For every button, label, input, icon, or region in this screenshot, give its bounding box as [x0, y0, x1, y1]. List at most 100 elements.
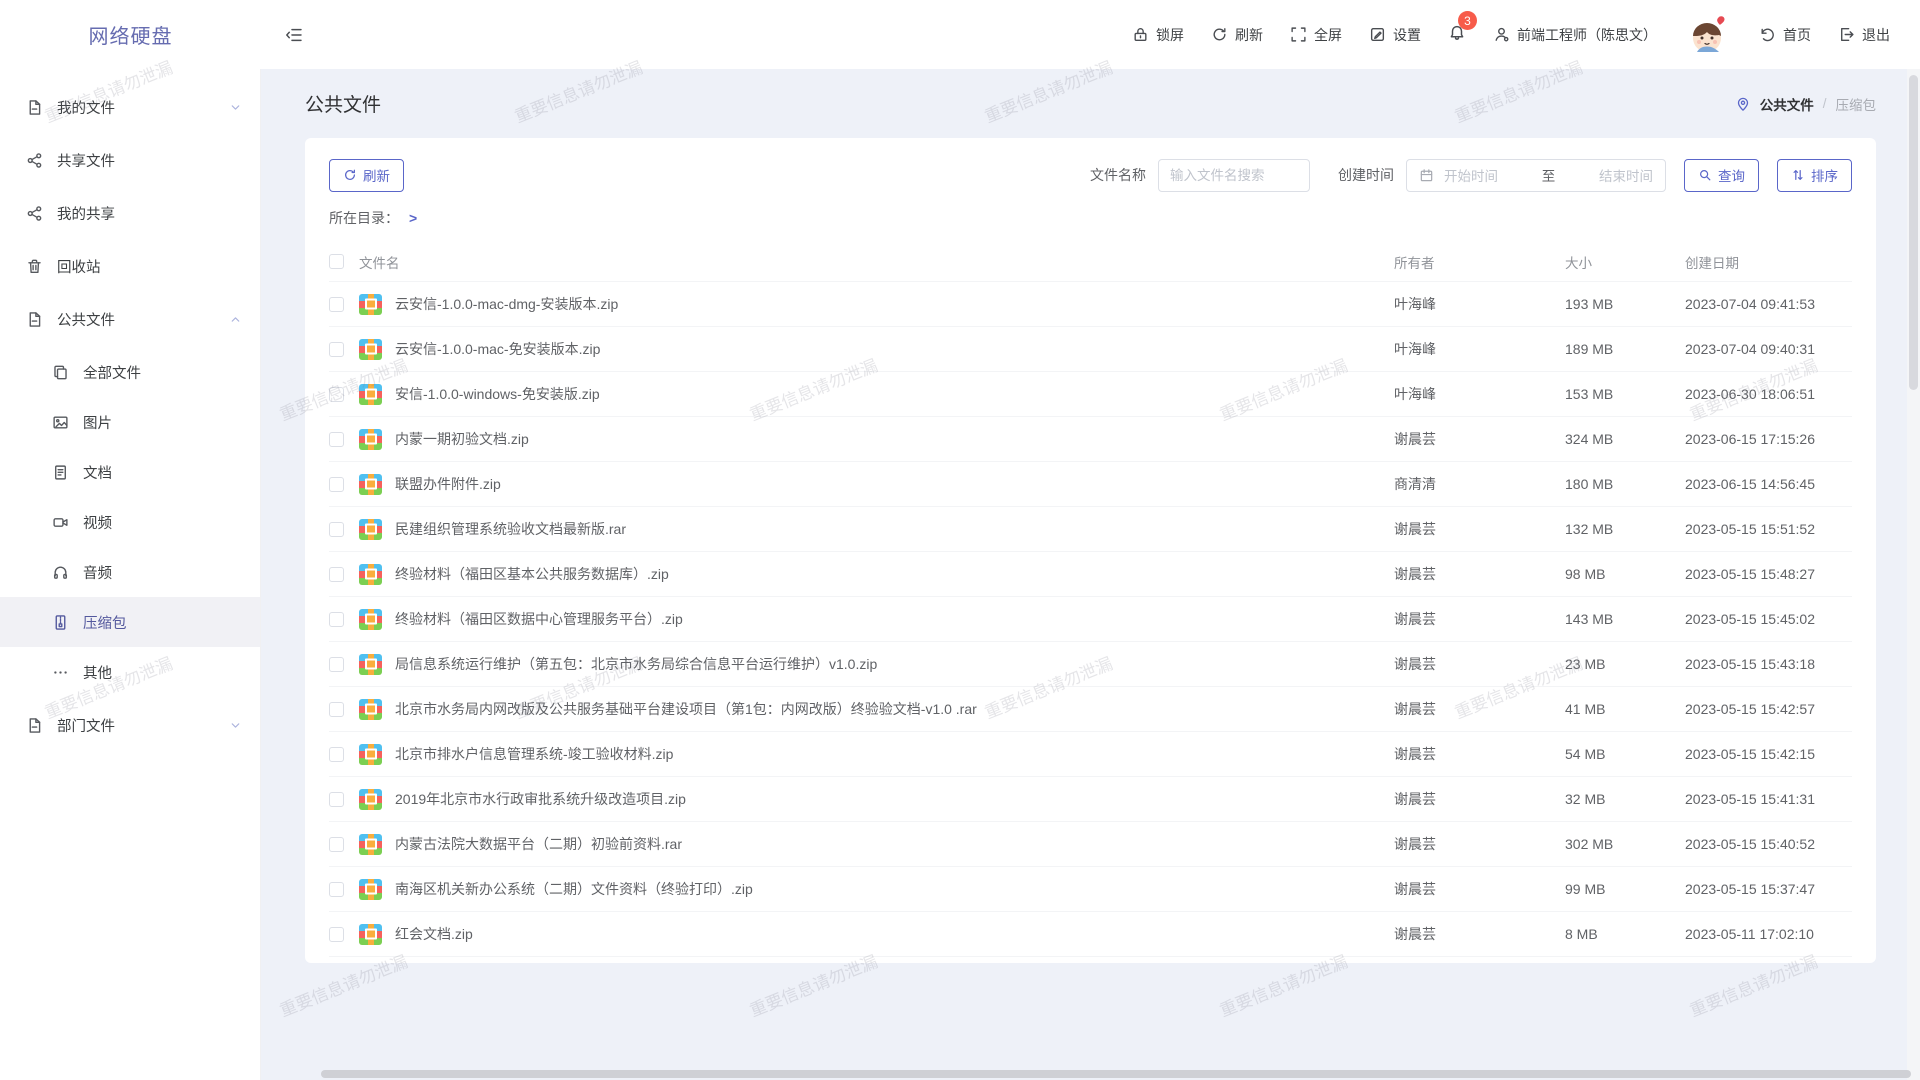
sidebar-item-label: 我的共享: [57, 203, 242, 224]
table-row: 终验材料（福田区数据中心管理服务平台）.zip谢晨芸143 MB2023-05-…: [329, 597, 1852, 642]
refresh-button[interactable]: 刷新: [1211, 25, 1263, 45]
file-name[interactable]: 云安信-1.0.0-mac-dmg-安装版本.zip: [395, 294, 618, 314]
file-name[interactable]: 联盟办件附件.zip: [395, 474, 501, 494]
table-row: 2019年北京市水行政审批系统升级改造项目.zip谢晨芸32 MB2023-05…: [329, 777, 1852, 822]
file-name[interactable]: 民建组织管理系统验收文档最新版.rar: [395, 519, 626, 539]
sidebar-item-label: 压缩包: [83, 612, 242, 633]
row-checkbox[interactable]: [329, 342, 344, 357]
file-owner: 谢晨芸: [1394, 834, 1565, 854]
fullscreen-button[interactable]: 全屏: [1290, 25, 1342, 45]
file-name[interactable]: 内蒙古法院大数据平台（二期）初验前资料.rar: [395, 834, 682, 854]
column-date: 创建日期: [1685, 252, 1852, 272]
lock-icon: [1132, 26, 1149, 43]
row-checkbox[interactable]: [329, 612, 344, 627]
file-size: 132 MB: [1565, 521, 1685, 537]
select-all-checkbox[interactable]: [329, 254, 344, 269]
page-title: 公共文件: [305, 90, 381, 117]
home-button[interactable]: 首页: [1759, 25, 1811, 45]
file-name[interactable]: 北京市排水户信息管理系统-竣工验收材料.zip: [395, 744, 673, 764]
vertical-scrollbar-thumb[interactable]: [1909, 75, 1918, 390]
file-date: 2023-07-04 09:40:31: [1685, 341, 1852, 357]
file-name[interactable]: 安信-1.0.0-windows-免安装版.zip: [395, 384, 600, 404]
directory-root-arrow[interactable]: >: [409, 210, 417, 226]
row-checkbox[interactable]: [329, 702, 344, 717]
sidebar-item-all-files[interactable]: 全部文件: [0, 347, 260, 397]
user-menu[interactable]: 前端工程师（陈思文）: [1493, 25, 1657, 45]
sidebar-item-others[interactable]: 其他: [0, 647, 260, 697]
notification-button[interactable]: 3: [1448, 24, 1466, 45]
file-name[interactable]: 终验材料（福田区基本公共服务数据库）.zip: [395, 564, 669, 584]
row-checkbox[interactable]: [329, 747, 344, 762]
zip-file-icon: [359, 699, 382, 720]
sidebar-item-videos[interactable]: 视频: [0, 497, 260, 547]
filename-search-input[interactable]: [1158, 159, 1310, 192]
sort-button[interactable]: 排序: [1777, 159, 1852, 192]
sidebar-item-department-files[interactable]: 部门文件: [0, 700, 260, 750]
table-row: 联盟办件附件.zip商清清180 MB2023-06-15 14:56:45: [329, 462, 1852, 507]
file-size: 302 MB: [1565, 836, 1685, 852]
table-row: 云安信-1.0.0-mac-dmg-安装版本.zip叶海峰193 MB2023-…: [329, 282, 1852, 327]
horizontal-scrollbar-thumb[interactable]: [321, 1070, 1911, 1078]
row-checkbox[interactable]: [329, 837, 344, 852]
file-name[interactable]: 局信息系统运行维护（第五包：北京市水务局综合信息平台运行维护）v1.0.zip: [395, 654, 877, 674]
menu-fold-icon[interactable]: [285, 26, 303, 44]
sidebar-item-recycle-bin[interactable]: 回收站: [0, 241, 260, 291]
breadcrumb-current: 压缩包: [1836, 94, 1877, 114]
breadcrumb-root[interactable]: 公共文件: [1760, 94, 1814, 114]
logout-button[interactable]: 退出: [1838, 25, 1890, 45]
file-name[interactable]: 南海区机关新办公系统（二期）文件资料（终验打印）.zip: [395, 879, 753, 899]
sidebar-item-my-files[interactable]: 我的文件: [0, 82, 260, 132]
ellipsis-icon: [52, 664, 69, 681]
file-name[interactable]: 北京市水务局内网改版及公共服务基础平台建设项目（第1包：内网改版）终验验文档-v…: [395, 699, 977, 719]
row-checkbox[interactable]: [329, 657, 344, 672]
logout-icon: [1838, 26, 1855, 43]
row-checkbox[interactable]: [329, 927, 344, 942]
refresh-list-button[interactable]: 刷新: [329, 159, 404, 192]
file-name[interactable]: 云安信-1.0.0-mac-免安装版本.zip: [395, 339, 600, 359]
file-date: 2023-05-15 15:45:02: [1685, 611, 1852, 627]
row-checkbox[interactable]: [329, 297, 344, 312]
sidebar-item-documents[interactable]: 文档: [0, 447, 260, 497]
file-date: 2023-05-15 15:37:47: [1685, 881, 1852, 897]
file-name[interactable]: 终验材料（福田区数据中心管理服务平台）.zip: [395, 609, 683, 629]
row-checkbox[interactable]: [329, 432, 344, 447]
file-size: 189 MB: [1565, 341, 1685, 357]
row-checkbox[interactable]: [329, 882, 344, 897]
sidebar-item-label: 公共文件: [57, 309, 215, 330]
row-checkbox[interactable]: [329, 477, 344, 492]
sidebar-item-shared-files[interactable]: 共享文件: [0, 135, 260, 185]
file-name-cell: 云安信-1.0.0-mac-dmg-安装版本.zip: [359, 294, 1394, 315]
file-size: 143 MB: [1565, 611, 1685, 627]
file-name[interactable]: 红会文档.zip: [395, 924, 473, 944]
file-size: 153 MB: [1565, 386, 1685, 402]
user-avatar[interactable]: [1684, 11, 1732, 59]
file-name-cell: 内蒙一期初验文档.zip: [359, 429, 1394, 450]
vertical-scrollbar-track: [1907, 69, 1920, 1080]
file-name[interactable]: 内蒙一期初验文档.zip: [395, 429, 529, 449]
table-row: 云安信-1.0.0-mac-免安装版本.zip叶海峰189 MB2023-07-…: [329, 327, 1852, 372]
row-checkbox[interactable]: [329, 567, 344, 582]
file-name-cell: 北京市排水户信息管理系统-竣工验收材料.zip: [359, 744, 1394, 765]
file-name[interactable]: 2019年北京市水行政审批系统升级改造项目.zip: [395, 789, 686, 809]
sidebar-item-my-shares[interactable]: 我的共享: [0, 188, 260, 238]
sidebar-item-public-files[interactable]: 公共文件: [0, 294, 260, 344]
row-checkbox[interactable]: [329, 792, 344, 807]
fullscreen-label: 全屏: [1314, 25, 1342, 45]
lock-screen-button[interactable]: 锁屏: [1132, 25, 1184, 45]
refresh-list-label: 刷新: [363, 165, 390, 185]
settings-label: 设置: [1393, 25, 1421, 45]
lock-screen-label: 锁屏: [1156, 25, 1184, 45]
zip-file-icon: [359, 789, 382, 810]
sidebar-item-audio[interactable]: 音频: [0, 547, 260, 597]
settings-button[interactable]: 设置: [1369, 25, 1421, 45]
zip-file-icon: [359, 924, 382, 945]
file-date: 2023-06-15 14:56:45: [1685, 476, 1852, 492]
row-checkbox[interactable]: [329, 522, 344, 537]
row-checkbox[interactable]: [329, 387, 344, 402]
sidebar-item-images[interactable]: 图片: [0, 397, 260, 447]
date-range-picker[interactable]: 开始时间 至 结束时间: [1406, 159, 1666, 192]
sidebar-item-archives[interactable]: 压缩包: [0, 597, 260, 647]
query-button[interactable]: 查询: [1684, 159, 1759, 192]
notification-badge: 3: [1458, 11, 1477, 30]
file-name-cell: 终验材料（福田区基本公共服务数据库）.zip: [359, 564, 1394, 585]
